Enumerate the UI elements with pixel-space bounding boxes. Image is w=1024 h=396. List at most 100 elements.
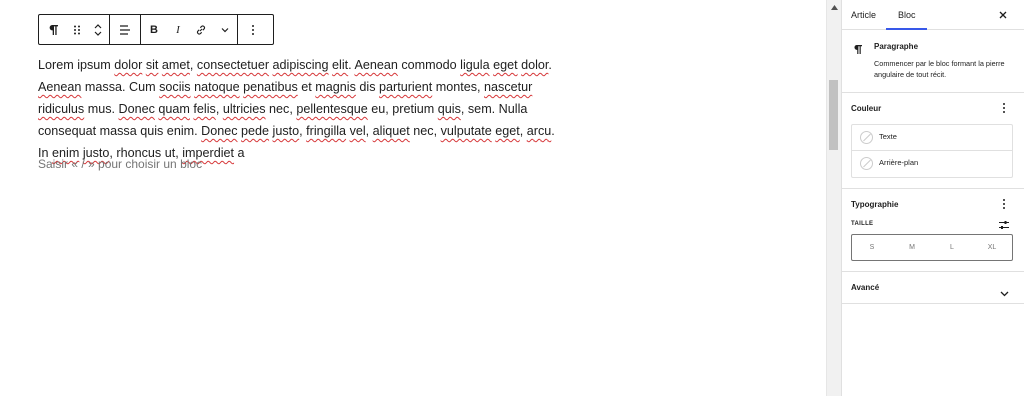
block-appender-placeholder[interactable]: Saisir « / » pour choisir un bloc (38, 157, 202, 171)
spellcheck-word: dolor (114, 58, 143, 72)
toolbar-group-format: B I (141, 15, 238, 44)
scroll-thumb[interactable] (829, 80, 838, 150)
spellcheck-word: ultricies (222, 102, 266, 116)
spellcheck-word: quam (158, 102, 190, 116)
paragraph-text: dis (355, 80, 379, 94)
spellcheck-word: dolor (521, 58, 549, 72)
spellcheck-word: vulputate (440, 124, 492, 138)
paragraph-text: eu, pretium (367, 102, 438, 116)
italic-label: I (176, 23, 180, 36)
paragraph-text: mus. (84, 102, 119, 116)
spellcheck-word: magnis (315, 80, 356, 94)
color-item-label: Arrière-plan (879, 158, 919, 167)
spellcheck-word: ligula (460, 58, 490, 72)
editor-canvas: B I Lorem ipsum dolor sit amet, consecte… (0, 0, 826, 396)
size-option-xl[interactable]: XL (972, 235, 1012, 260)
paragraph-text: , (189, 58, 197, 72)
spellcheck-word: Aenean (354, 58, 398, 72)
size-option-l[interactable]: L (932, 235, 972, 260)
divider (842, 303, 1024, 304)
block-toolbar: B I (38, 14, 274, 45)
spellcheck-word: elit (332, 58, 349, 72)
typography-options-icon[interactable] (999, 197, 1009, 211)
typography-panel-title[interactable]: Typographie (851, 200, 898, 209)
spellcheck-word: justo (272, 124, 300, 138)
scroll-up-arrow-icon[interactable] (827, 0, 841, 14)
advanced-panel-toggle[interactable]: Avancé (842, 276, 1024, 298)
spellcheck-word: Aenean (38, 80, 82, 94)
drag-handle-icon[interactable] (67, 15, 87, 44)
advanced-panel-title: Avancé (851, 283, 880, 292)
paragraph-text: Lorem ipsum (38, 58, 115, 72)
toolbar-group-block (39, 15, 110, 44)
paragraph-text: , (215, 102, 223, 116)
color-item-background[interactable]: Arrière-plan (852, 151, 1012, 177)
spellcheck-word: adipiscing (272, 58, 329, 72)
paragraph-text: nec, (409, 124, 441, 138)
settings-sidebar: Article Bloc Paragraphe Commencer par le… (841, 0, 1024, 396)
spellcheck-word: felis (193, 102, 216, 116)
divider (842, 271, 1024, 272)
custom-size-settings-icon[interactable] (998, 218, 1010, 230)
align-icon[interactable] (110, 15, 140, 44)
spellcheck-word: fringilla (306, 124, 347, 138)
empty-swatch-icon (860, 157, 873, 170)
color-item-label: Texte (879, 132, 897, 141)
toolbar-group-align (110, 15, 141, 44)
color-options-icon[interactable] (999, 101, 1009, 115)
paragraph-icon[interactable] (39, 15, 67, 44)
bold-label: B (150, 23, 158, 36)
spellcheck-word: pede (241, 124, 270, 138)
divider (842, 188, 1024, 189)
close-icon[interactable] (996, 8, 1010, 22)
spellcheck-word: sit (145, 58, 159, 72)
tab-article[interactable]: Article (851, 0, 876, 30)
size-option-m[interactable]: M (892, 235, 932, 260)
more-formatting-icon[interactable] (213, 15, 237, 44)
font-size-picker: S M L XL (851, 234, 1013, 261)
block-description: Commencer par le bloc formant la pierre … (874, 59, 1005, 79)
spellcheck-word: vel (349, 124, 366, 138)
link-icon[interactable] (189, 15, 213, 44)
spellcheck-word: consectetuer (196, 58, 270, 72)
spellcheck-word: pellentesque (296, 102, 368, 116)
color-list: Texte Arrière-plan (851, 124, 1013, 178)
divider (842, 92, 1024, 93)
paragraph-text: a (234, 146, 245, 160)
paragraph-text: . (548, 58, 552, 72)
paragraph-text: commodo (397, 58, 461, 72)
paragraph-text: nec, (265, 102, 297, 116)
block-name: Paragraphe (874, 42, 919, 51)
spellcheck-word: amet (161, 58, 190, 72)
color-panel-title[interactable]: Couleur (851, 104, 881, 113)
size-option-s[interactable]: S (852, 235, 892, 260)
spellcheck-word: nascetur (484, 80, 533, 94)
options-icon[interactable] (238, 15, 268, 44)
toolbar-group-options (238, 15, 268, 44)
spellcheck-word: natoque (194, 80, 240, 94)
paragraph-text: , (365, 124, 373, 138)
spellcheck-word: eget (493, 58, 518, 72)
spellcheck-word: sociis (159, 80, 191, 94)
paragraph-block[interactable]: Lorem ipsum dolor sit amet, consectetuer… (38, 54, 562, 164)
color-item-text[interactable]: Texte (852, 125, 1012, 151)
chevron-down-icon (1000, 284, 1009, 302)
tab-bloc[interactable]: Bloc (886, 0, 926, 30)
font-size-label: TAILLE (851, 221, 874, 227)
spellcheck-word: quis (437, 102, 461, 116)
bold-icon[interactable]: B (141, 15, 167, 44)
spellcheck-word: aliquet (372, 124, 410, 138)
italic-icon[interactable]: I (167, 15, 189, 44)
editor-window: B I Lorem ipsum dolor sit amet, consecte… (0, 0, 1024, 396)
editor-scrollbar[interactable] (826, 0, 841, 396)
spellcheck-word: Donec (201, 124, 238, 138)
spellcheck-word: ridiculus (38, 102, 85, 116)
paragraph-text: , (519, 124, 527, 138)
sidebar-tabs: Article Bloc (842, 0, 1024, 30)
move-updown-icon[interactable] (87, 15, 109, 44)
spellcheck-word: Donec (118, 102, 155, 116)
spellcheck-word: parturient (379, 80, 433, 94)
empty-swatch-icon (860, 131, 873, 144)
spellcheck-word: eget (495, 124, 520, 138)
spellcheck-word: arcu (526, 124, 552, 138)
